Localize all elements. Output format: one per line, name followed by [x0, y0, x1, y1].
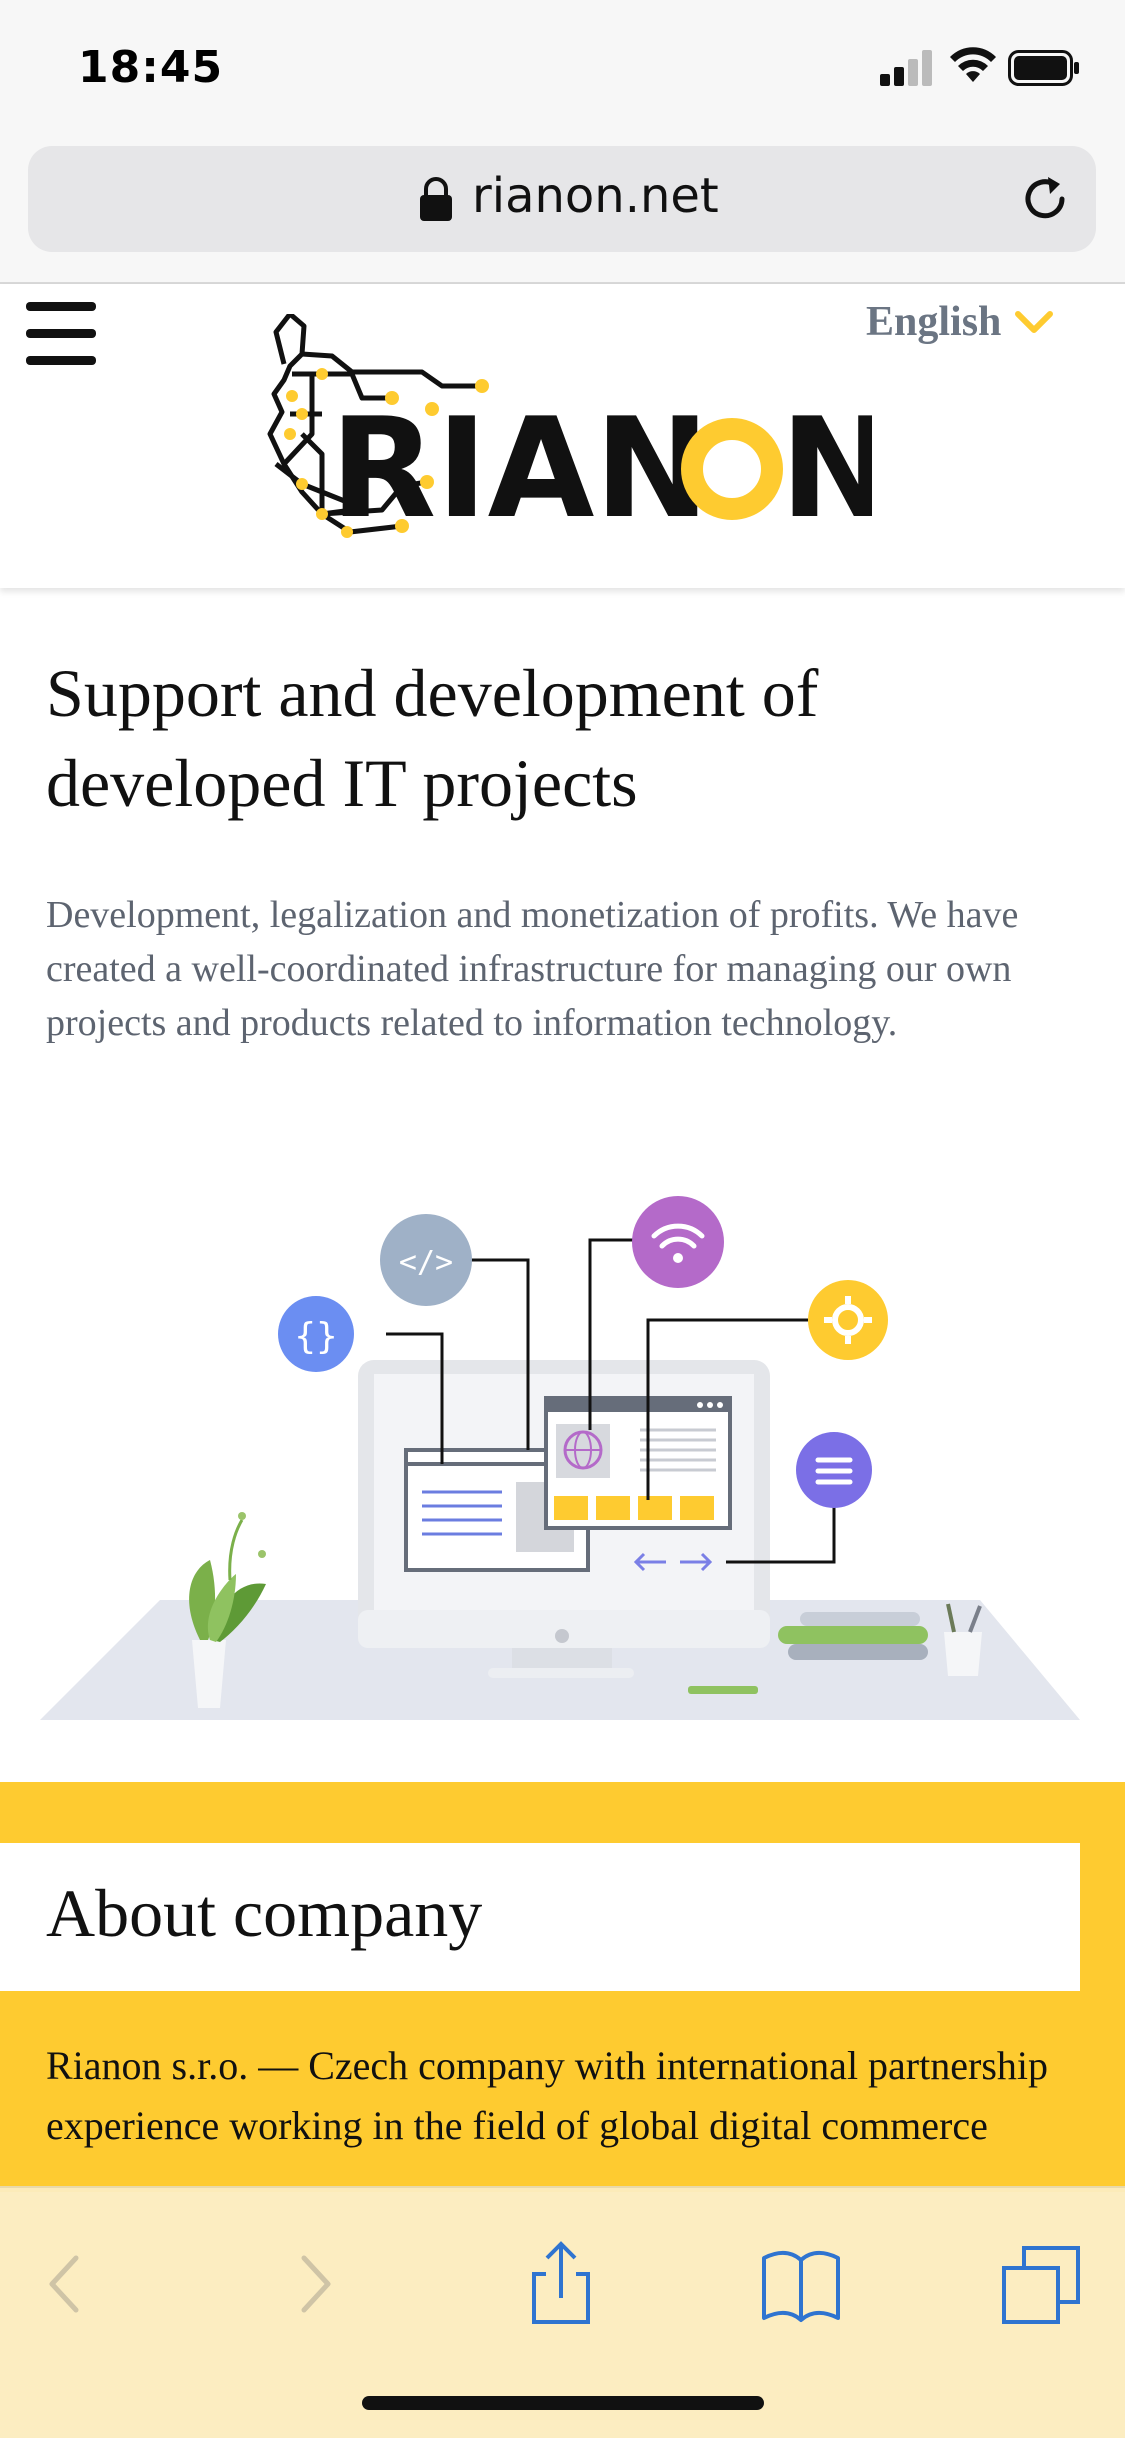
menu-bar-icon [26, 302, 96, 311]
wifi-icon [950, 47, 996, 82]
about-text: Rianon s.r.o. — Czech company with inter… [46, 2043, 1048, 2148]
chevron-down-icon[interactable] [1014, 306, 1054, 336]
bookmarks-icon[interactable] [756, 2238, 846, 2328]
forward-icon[interactable] [270, 2238, 360, 2328]
it-workspace-illustration: {} </> [40, 1196, 1080, 1720]
rianon-logo[interactable]: RIAN N [262, 314, 872, 564]
menu-bar-icon [26, 329, 96, 338]
tabs-icon[interactable] [1000, 2238, 1090, 2328]
cellular-signal-icon [880, 50, 932, 86]
menu-bar-icon [26, 356, 96, 365]
hero-description: Development, legalization and monetizati… [46, 894, 1019, 1044]
hero-title: Support and development of developed IT … [46, 655, 819, 821]
svg-text:{}: {} [294, 1316, 337, 1357]
status-time: 18:45 [78, 42, 224, 93]
home-indicator[interactable] [362, 2396, 764, 2410]
lock-icon [420, 177, 452, 221]
share-icon[interactable] [516, 2238, 606, 2328]
back-icon[interactable] [20, 2238, 110, 2328]
browser-bar: rianon.net [0, 132, 1125, 284]
battery-icon [1008, 50, 1079, 86]
logo-text: RIAN [330, 388, 710, 549]
svg-text:</>: </> [399, 1245, 453, 1280]
url-text[interactable]: rianon.net [472, 168, 719, 224]
menu-button[interactable] [26, 302, 96, 365]
reload-icon[interactable] [1018, 172, 1072, 226]
svg-text:N: N [780, 388, 872, 549]
address-bar[interactable]: rianon.net [28, 146, 1096, 252]
status-bar: 18:45 [0, 0, 1125, 132]
about-title: About company [46, 1875, 483, 1951]
language-selector[interactable]: English [866, 298, 1001, 346]
site-header: RIAN N English [0, 284, 1125, 588]
